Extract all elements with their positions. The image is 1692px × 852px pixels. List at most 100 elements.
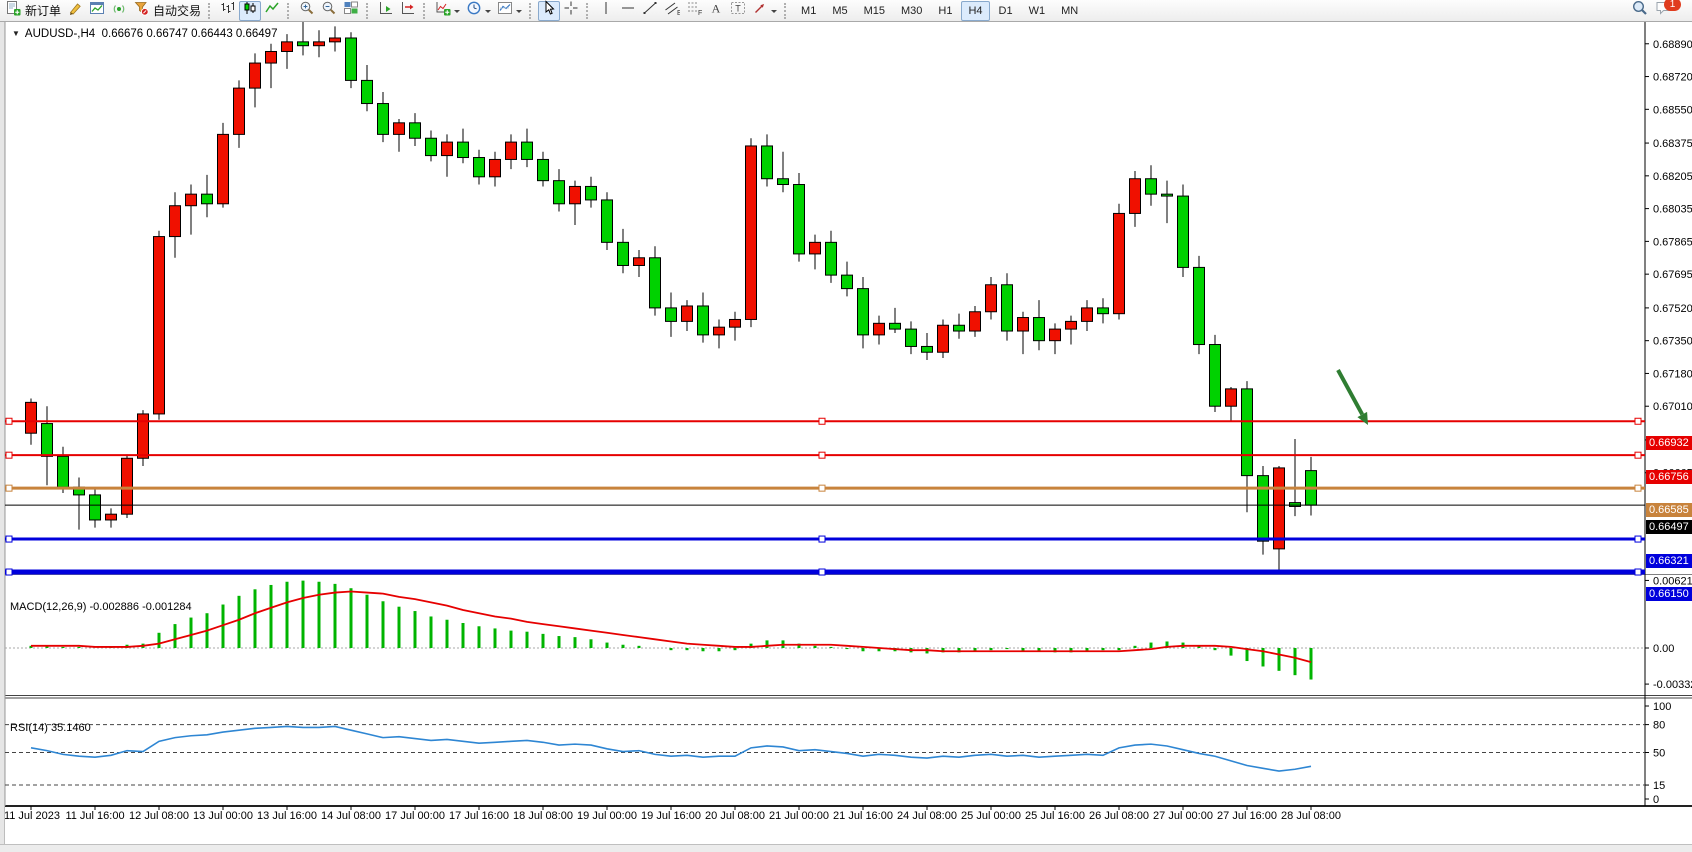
chevron-down-icon (771, 10, 777, 16)
svg-text:18 Jul 08:00: 18 Jul 08:00 (513, 810, 573, 822)
template-chart-icon (497, 0, 513, 21)
tab-timeframe-H4[interactable]: H4 (961, 1, 989, 21)
chart-bars-button[interactable] (217, 1, 239, 21)
signal-icon (111, 0, 127, 21)
svg-text:0.68205: 0.68205 (1653, 171, 1692, 183)
chart-shift-button[interactable] (397, 1, 419, 21)
autoscroll-icon (378, 0, 394, 21)
crosshair-button[interactable] (560, 1, 582, 21)
trendline-button[interactable] (639, 1, 661, 21)
zoom-out-button[interactable] (318, 1, 340, 21)
chart-window: 0.690600.688900.687200.685500.683750.682… (0, 0, 1692, 851)
notifications-button[interactable]: 1 (1652, 1, 1676, 21)
cursor-arrow-icon (541, 0, 557, 21)
svg-text:-0.00332: -0.00332 (1653, 679, 1692, 691)
svg-text:25 Jul 00:00: 25 Jul 00:00 (961, 810, 1021, 822)
chart-line-button[interactable] (261, 1, 283, 21)
price-axis: 0.690600.688900.687200.685500.683750.682… (1645, 6, 1692, 480)
svg-text:0.67180: 0.67180 (1653, 368, 1692, 380)
svg-text:E: E (677, 10, 680, 16)
autotrading-button[interactable]: 自动交易 (130, 1, 204, 21)
tile-windows-button[interactable] (340, 1, 362, 21)
horizontal-line-button[interactable] (617, 1, 639, 21)
svg-text:0.67695: 0.67695 (1653, 269, 1692, 281)
toolbar-right-group: 1 (1628, 1, 1676, 21)
tab-timeframe-MN[interactable]: MN (1054, 1, 1085, 21)
label-tool-icon: T (730, 0, 746, 21)
periods-button[interactable] (463, 1, 494, 21)
fibonacci-button[interactable]: F (683, 1, 705, 21)
metaeditor-button[interactable] (64, 1, 86, 21)
svg-text:21 Jul 16:00: 21 Jul 16:00 (833, 810, 893, 822)
tab-timeframe-M30[interactable]: M30 (894, 1, 929, 21)
autotrading-label: 自动交易 (153, 2, 201, 19)
svg-text:19 Jul 00:00: 19 Jul 00:00 (577, 810, 637, 822)
svg-text:100: 100 (1653, 701, 1671, 713)
tab-timeframe-M5[interactable]: M5 (825, 1, 854, 21)
toolbar-grip (287, 3, 292, 19)
svg-text:27 Jul 00:00: 27 Jul 00:00 (1153, 810, 1213, 822)
svg-text:13 Jul 00:00: 13 Jul 00:00 (193, 810, 253, 822)
svg-text:14 Jul 08:00: 14 Jul 08:00 (321, 810, 381, 822)
templates-button[interactable] (494, 1, 525, 21)
clock-icon (466, 0, 482, 21)
arrow-annotation (1338, 370, 1368, 425)
svg-text:0.68375: 0.68375 (1653, 138, 1692, 150)
svg-text:80: 80 (1653, 720, 1665, 732)
indicators-icon (435, 0, 451, 21)
time-axis: 11 Jul 202311 Jul 16:0012 Jul 08:0013 Ju… (4, 806, 1341, 822)
chart-canvas[interactable]: 0.690600.688900.687200.685500.683750.682… (0, 0, 1692, 829)
zoom-out-icon (321, 0, 337, 21)
tab-timeframe-M1[interactable]: M1 (794, 1, 823, 21)
svg-text:28 Jul 08:00: 28 Jul 08:00 (1281, 810, 1341, 822)
rsi-pane: 1008050150 (5, 701, 1671, 806)
text-label-button[interactable]: T (727, 1, 749, 21)
price-line-badge: 0.66321 (1646, 554, 1692, 568)
toolbar-grip (423, 3, 428, 19)
tab-timeframe-M15[interactable]: M15 (857, 1, 892, 21)
toolbar-grip (366, 3, 371, 19)
trendline-icon (642, 0, 658, 21)
line-chart-icon (264, 0, 280, 21)
new-chart-button[interactable] (86, 1, 108, 21)
bars-chart-icon (220, 0, 236, 21)
pencil-icon (67, 0, 83, 21)
indicators-button[interactable] (432, 1, 463, 21)
funnel-icon (133, 0, 149, 21)
svg-text:11 Jul 2023: 11 Jul 2023 (4, 810, 60, 822)
svg-text:0.68720: 0.68720 (1653, 72, 1692, 84)
svg-text:11 Jul 16:00: 11 Jul 16:00 (65, 810, 124, 822)
price-line-badge: 0.66585 (1646, 503, 1692, 517)
chart-title: ▼AUDUSD-,H4 0.66676 0.66747 0.66443 0.66… (12, 28, 277, 40)
chart-candles-button[interactable] (239, 1, 261, 21)
collapse-triangle-icon[interactable]: ▼ (12, 29, 20, 38)
svg-text:0.68550: 0.68550 (1653, 104, 1692, 116)
tab-timeframe-H1[interactable]: H1 (931, 1, 959, 21)
tab-timeframe-W1[interactable]: W1 (1022, 1, 1053, 21)
svg-text:0: 0 (1653, 794, 1659, 806)
signals-button[interactable] (108, 1, 130, 21)
svg-text:21 Jul 00:00: 21 Jul 00:00 (769, 810, 829, 822)
new-order-label: 新订单 (25, 2, 61, 19)
svg-text:25 Jul 16:00: 25 Jul 16:00 (1025, 810, 1085, 822)
horizontal-line-icon (620, 0, 636, 21)
new-order-button[interactable]: 新订单 (2, 1, 64, 21)
zoom-in-button[interactable] (296, 1, 318, 21)
price-line-badge: 0.66497 (1646, 520, 1692, 534)
equidistant-channel-button[interactable]: E (661, 1, 683, 21)
text-button[interactable]: A (705, 1, 727, 21)
search-button[interactable] (1628, 1, 1652, 21)
fibonacci-icon: F (686, 0, 702, 21)
tab-timeframe-D1[interactable]: D1 (992, 1, 1020, 21)
vertical-line-button[interactable] (595, 1, 617, 21)
zoom-in-icon (299, 0, 315, 21)
notification-badge: 1 (1664, 0, 1681, 11)
arrows-tool-icon (752, 0, 768, 21)
svg-text:T: T (735, 4, 741, 14)
autoscroll-button[interactable] (375, 1, 397, 21)
pane-borders (0, 0, 1692, 807)
svg-text:17 Jul 16:00: 17 Jul 16:00 (449, 810, 509, 822)
chart-shift-icon (400, 0, 416, 21)
arrows-button[interactable] (749, 1, 780, 21)
cursor-button[interactable] (538, 1, 560, 21)
